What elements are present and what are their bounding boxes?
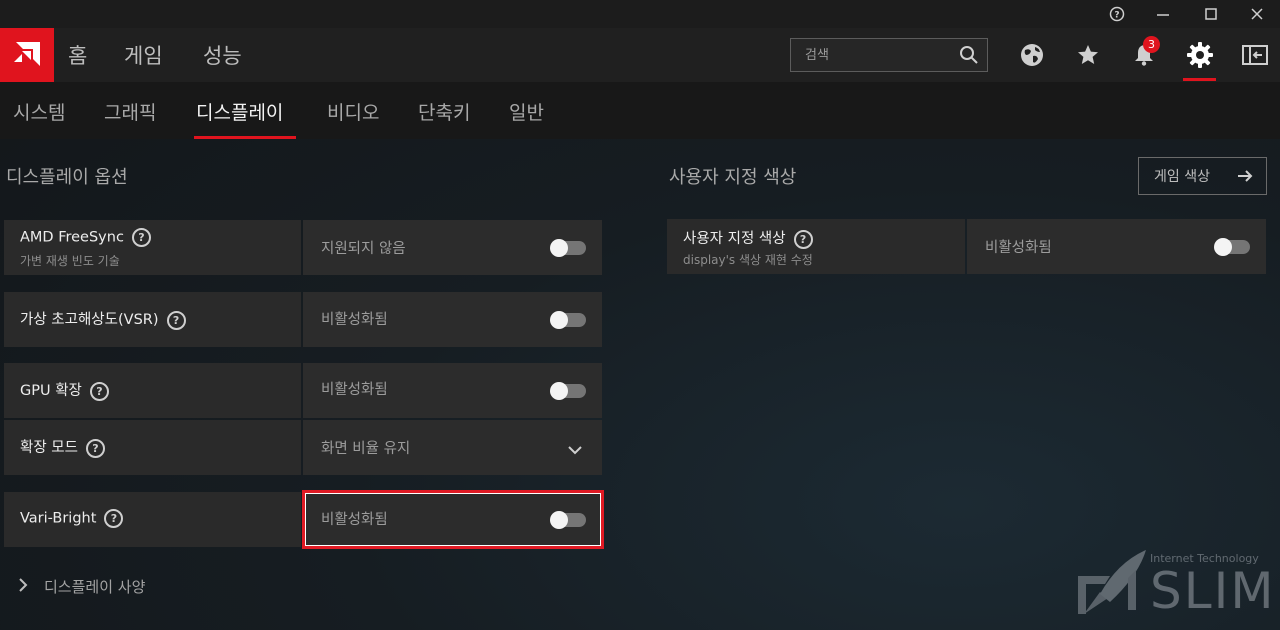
- star-icon[interactable]: [1072, 39, 1104, 71]
- gpu-scaling-row: GPU 확장? 비활성화됨: [4, 363, 602, 418]
- gear-icon[interactable]: [1184, 39, 1216, 71]
- custom-color-status: 비활성화됨: [985, 240, 1052, 256]
- custom-color-row: 사용자 지정 색상? display's 색상 재현 수정 비활성화됨: [667, 219, 1266, 274]
- minimize-button[interactable]: [1140, 0, 1186, 28]
- vsr-label: 가상 초고해상도(VSR): [20, 312, 159, 328]
- nav-home[interactable]: 홈: [68, 40, 87, 70]
- bell-icon[interactable]: 3: [1128, 36, 1160, 71]
- search-box[interactable]: [790, 38, 988, 72]
- vari-bright-toggle[interactable]: [550, 511, 586, 529]
- tab-general[interactable]: 일반: [509, 98, 544, 125]
- custom-color-title: 사용자 지정 색상: [669, 167, 797, 188]
- nav-games[interactable]: 게임: [124, 40, 163, 70]
- custom-color-sublabel: display's 색상 재현 수정: [683, 253, 813, 267]
- title-bar: ?: [0, 0, 1280, 28]
- watermark-logo: Internet Technology SLIM: [1070, 548, 1275, 623]
- help-icon[interactable]: ?: [793, 229, 813, 249]
- gpu-scaling-toggle[interactable]: [550, 382, 586, 400]
- help-icon[interactable]: ?: [166, 310, 186, 330]
- sidebar-toggle-icon[interactable]: [1239, 39, 1271, 71]
- gpu-scaling-label: GPU 확장: [20, 383, 82, 399]
- display-options-title: 디스플레이 옵션: [6, 167, 128, 188]
- custom-color-toggle[interactable]: [1214, 238, 1250, 256]
- main-header: 홈 게임 성능 3: [0, 28, 1280, 82]
- notification-badge: 3: [1143, 36, 1160, 53]
- display-specs-link[interactable]: 디스플레이 사양: [18, 576, 145, 597]
- tab-video[interactable]: 비디오: [327, 98, 379, 125]
- search-input[interactable]: [791, 39, 951, 71]
- chevron-right-icon: [18, 577, 44, 596]
- custom-color-label: 사용자 지정 색상: [683, 231, 786, 247]
- tab-display[interactable]: 디스플레이: [196, 98, 283, 125]
- settings-tabs: 시스템 그래픽 디스플레이 비디오 단축키 일반: [0, 82, 1280, 139]
- vari-bright-status: 비활성화됨: [321, 512, 388, 528]
- tab-graphics[interactable]: 그래픽: [104, 98, 156, 125]
- scaling-mode-value: 화면 비율 유지: [321, 441, 411, 457]
- amd-logo[interactable]: [0, 28, 54, 82]
- search-icon[interactable]: [959, 45, 979, 65]
- vari-bright-row: Vari-Bright? 비활성화됨: [4, 492, 602, 547]
- freesync-row: AMD FreeSync? 가변 재생 빈도 기술 지원되지 않음: [4, 220, 602, 275]
- freesync-toggle[interactable]: [550, 239, 586, 257]
- scaling-mode-dropdown[interactable]: 화면 비율 유지: [303, 420, 602, 475]
- tab-hotkeys[interactable]: 단축키: [418, 98, 470, 125]
- freesync-label: AMD FreeSync: [20, 229, 124, 246]
- help-icon[interactable]: ?: [1094, 0, 1140, 28]
- toggle-knob: [1214, 238, 1232, 256]
- help-icon[interactable]: ?: [104, 509, 124, 528]
- vsr-row: 가상 초고해상도(VSR)? 비활성화됨: [4, 292, 602, 347]
- toggle-knob: [550, 311, 568, 329]
- vsr-toggle[interactable]: [550, 311, 586, 329]
- gpu-scaling-status: 비활성화됨: [321, 382, 388, 398]
- settings-active-indicator: [1183, 78, 1216, 81]
- scaling-mode-row: 확장 모드? 화면 비율 유지: [4, 420, 602, 475]
- freesync-sublabel: 가변 재생 빈도 기술: [20, 254, 120, 268]
- help-icon[interactable]: ?: [131, 228, 151, 247]
- nav-performance[interactable]: 성능: [203, 40, 242, 70]
- vsr-status: 비활성화됨: [321, 312, 388, 328]
- scaling-mode-label: 확장 모드: [20, 440, 78, 456]
- toggle-knob: [550, 239, 568, 257]
- freesync-status: 지원되지 않음: [321, 241, 406, 257]
- chevron-down-icon[interactable]: [568, 440, 582, 459]
- tab-system[interactable]: 시스템: [13, 98, 65, 125]
- globe-icon[interactable]: [1016, 39, 1048, 71]
- help-icon[interactable]: ?: [85, 438, 105, 458]
- svg-text:?: ?: [1114, 11, 1119, 21]
- tab-active-indicator: [194, 136, 296, 139]
- arrow-right-icon: [1236, 167, 1254, 189]
- help-icon[interactable]: ?: [89, 381, 109, 401]
- toggle-knob: [550, 382, 568, 400]
- vari-bright-label: Vari-Bright: [20, 510, 97, 527]
- display-specs-label: 디스플레이 사양: [44, 578, 146, 596]
- game-color-button-label: 게임 색상: [1154, 169, 1210, 185]
- close-button[interactable]: [1234, 0, 1280, 28]
- game-color-button[interactable]: 게임 색상: [1138, 157, 1267, 195]
- toggle-knob: [550, 511, 568, 529]
- maximize-button[interactable]: [1188, 0, 1234, 28]
- watermark-text: SLIM: [1150, 562, 1276, 620]
